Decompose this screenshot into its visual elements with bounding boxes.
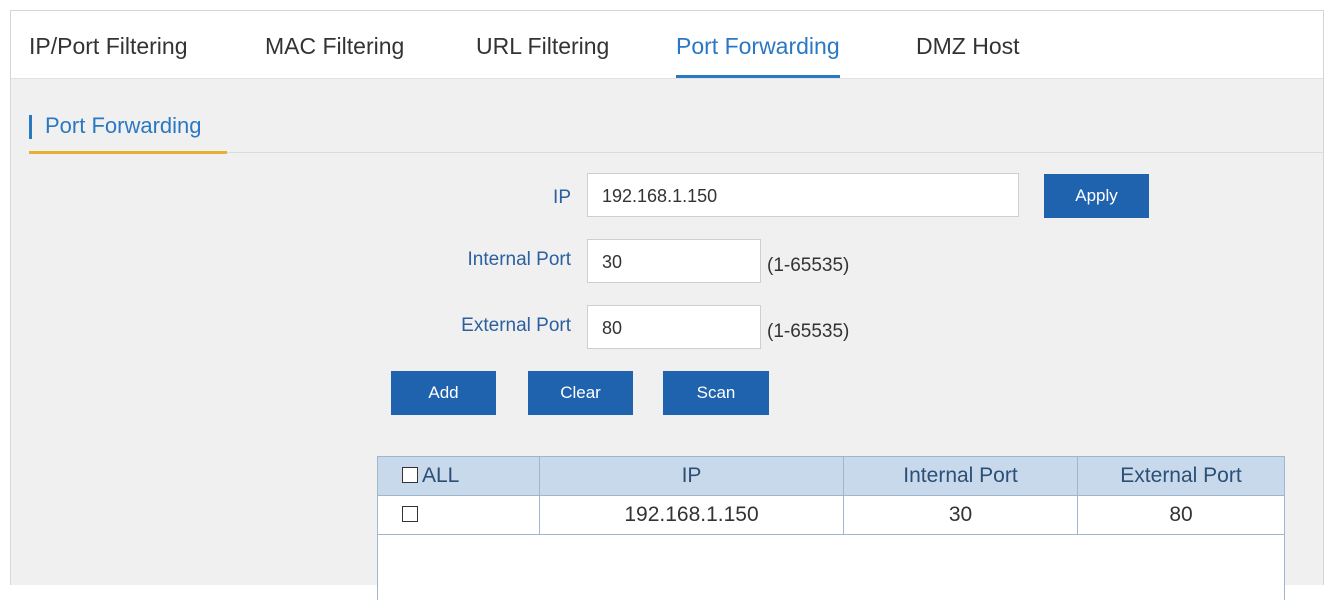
external-port-input[interactable]: 80	[587, 305, 761, 349]
section-divider	[227, 152, 1323, 153]
scan-button[interactable]: Scan	[663, 371, 769, 415]
external-port-hint: (1-65535)	[767, 321, 850, 342]
apply-button[interactable]: Apply	[1044, 174, 1149, 218]
port-forwarding-table: ALL IP Internal Port External Port 192.1…	[377, 456, 1285, 535]
cell-ip: 192.168.1.150	[539, 495, 844, 535]
tab-mac-filtering[interactable]: MAC Filtering	[265, 33, 404, 77]
ip-label: IP	[553, 187, 571, 208]
select-all-checkbox[interactable]	[402, 467, 418, 483]
main-panel: IP/Port Filtering MAC Filtering URL Filt…	[10, 10, 1324, 600]
cell-external-port: 80	[1077, 495, 1285, 535]
header-internal-port: Internal Port	[843, 456, 1078, 496]
section-accent-bar	[29, 115, 32, 139]
section-title: Port Forwarding	[45, 113, 202, 138]
select-all-header[interactable]: ALL	[377, 456, 540, 496]
table-row: 192.168.1.150 30 80	[377, 495, 1285, 535]
select-all-label: ALL	[422, 464, 460, 487]
internal-port-hint: (1-65535)	[767, 255, 850, 276]
table-header-row: ALL IP Internal Port External Port	[377, 456, 1285, 496]
internal-port-input[interactable]: 30	[587, 239, 761, 283]
tab-dmz-host[interactable]: DMZ Host	[916, 33, 1020, 77]
row-select-cell[interactable]	[377, 495, 540, 535]
ip-input[interactable]: 192.168.1.150	[587, 173, 1019, 217]
external-port-label: External Port	[461, 315, 571, 336]
internal-port-label: Internal Port	[467, 249, 572, 270]
tab-ip-port-filtering[interactable]: IP/Port Filtering	[29, 33, 188, 77]
clear-button[interactable]: Clear	[528, 371, 633, 415]
section-underline	[29, 151, 227, 154]
tab-bar: IP/Port Filtering MAC Filtering URL Filt…	[11, 11, 1323, 79]
header-ip: IP	[539, 456, 844, 496]
add-button[interactable]: Add	[391, 371, 496, 415]
header-external-port: External Port	[1077, 456, 1285, 496]
tab-port-forwarding[interactable]: Port Forwarding	[676, 33, 840, 78]
cell-internal-port: 30	[843, 495, 1078, 535]
table-empty-area	[377, 530, 1285, 600]
tab-url-filtering[interactable]: URL Filtering	[476, 33, 609, 77]
row-checkbox[interactable]	[402, 506, 418, 522]
